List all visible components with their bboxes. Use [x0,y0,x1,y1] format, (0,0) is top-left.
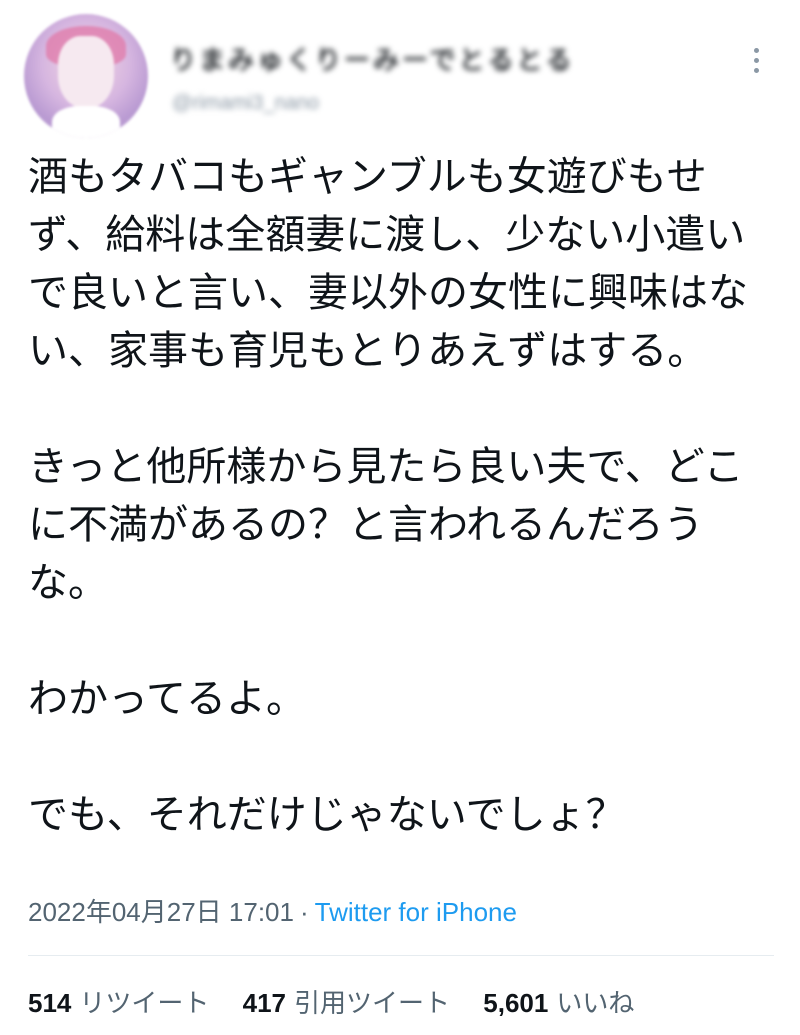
tweet-meta: 2022年04月27日 17:01 · Twitter for iPhone [28,892,517,929]
likes-stat[interactable]: 5,601 いいね [483,983,634,1020]
meta-separator: · [299,897,309,927]
retweets-count: 514 [28,988,72,1018]
tweet-timestamp[interactable]: 2022年04月27日 17:01 [28,897,294,927]
avatar-body [52,106,120,138]
tweet-stats: 514 リツイート 417 引用ツイート 5,601 いいね [28,983,660,1020]
quotes-stat[interactable]: 417 引用ツイート [243,983,450,1020]
retweets-stat[interactable]: 514 リツイート [28,983,209,1020]
avatar-face [58,36,114,108]
likes-count: 5,601 [483,988,549,1018]
quotes-count: 417 [242,988,287,1018]
likes-label: いいね [556,988,635,1018]
avatar[interactable] [24,14,148,138]
tweet-text: 酒もタバコもギャンブルも女遊びもせず、給料は全額妻に渡し、少ない小遣いで良いと言… [28,154,748,838]
retweets-label: リツイート [79,988,210,1018]
tweet-source-link[interactable]: Twitter for iPhone [315,897,517,927]
more-vertical-icon-dot [753,67,759,73]
divider [28,955,774,956]
author-display-name[interactable]: りまみゅくりーみーでとるとる [170,40,574,77]
more-options-button[interactable] [742,38,770,82]
tweet-header: りまみゅくりーみーでとるとる @rimami3_nano [0,0,800,140]
quotes-label: 引用ツイート [294,988,451,1018]
more-vertical-icon [753,47,759,53]
more-vertical-icon-dot [753,57,759,63]
author-handle[interactable]: @rimami3_nano [172,92,319,115]
